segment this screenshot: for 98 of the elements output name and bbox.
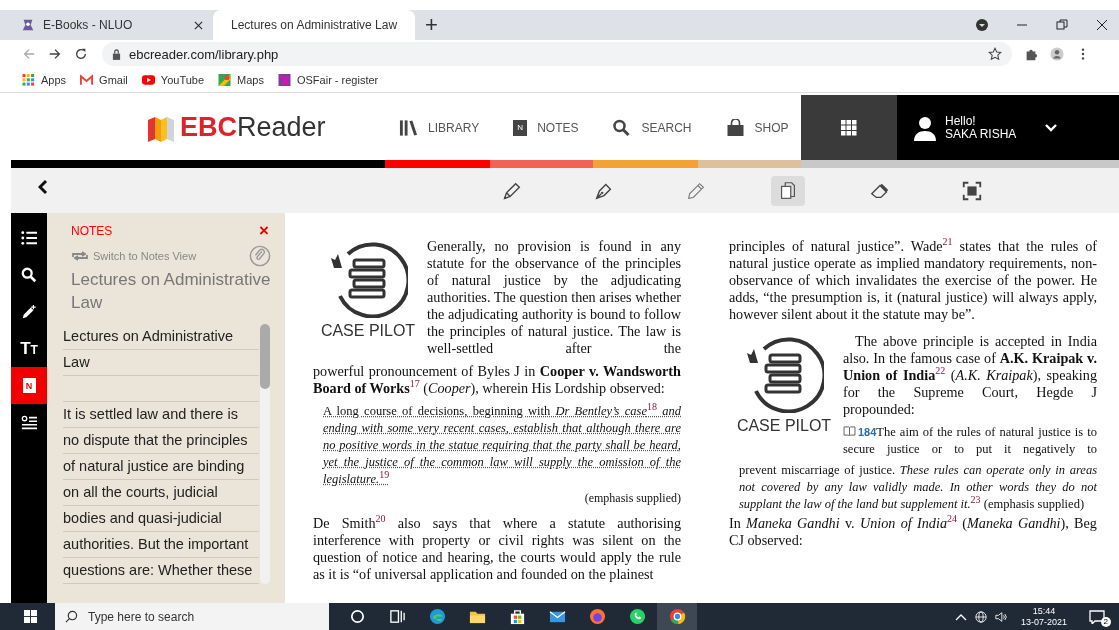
close-button[interactable]: × (257, 223, 271, 239)
browser-tab[interactable]: E-Books - NLUO (11, 10, 213, 40)
back-chevron-icon[interactable] (38, 178, 48, 195)
search-icon (21, 266, 37, 283)
notes-rail-button[interactable]: N (11, 367, 47, 404)
nav-link[interactable]: SEARCH (612, 118, 692, 137)
chevron-down-icon (1045, 123, 1057, 132)
tab-title: Lectures on Administrative Law (231, 18, 398, 32)
speaker-icon[interactable] (994, 610, 1007, 623)
paperclip-icon[interactable] (249, 245, 271, 267)
fit-screen-icon (961, 179, 983, 202)
note-line: questions are: Whether these (63, 558, 259, 584)
avatar-icon[interactable] (1050, 47, 1064, 61)
paragraph: powerful pronouncement of Byles J in Cooper v. Wandsworth Board of Works$^{17}$ (Cooper), wherein His Lordship observed: (313, 363, 681, 397)
puzzle-icon[interactable] (1024, 47, 1038, 61)
nav-link[interactable]: N NOTES (513, 119, 579, 136)
square-logo-icon (277, 74, 291, 86)
user-menu[interactable]: Hello! SAKA RISHA (897, 95, 1119, 160)
envelope-m-icon (80, 74, 94, 86)
tab-title: E-Books - NLUO (43, 18, 134, 32)
note-line: It is settled law and there is (63, 402, 259, 428)
note-line: on all the courts, judicial (63, 480, 259, 506)
scrollbar-thumb[interactable] (260, 324, 270, 389)
browser-logo-icon (428, 608, 446, 625)
case-pilot-logo[interactable]: CASE PILOT (729, 333, 839, 434)
notification-center-button[interactable]: 2 (1089, 606, 1111, 627)
case-pilot-logo[interactable]: CASE PILOT (313, 238, 423, 339)
search-icon (65, 610, 78, 623)
nav-link[interactable]: LIBRARY (399, 118, 480, 137)
apps-panel[interactable] (801, 95, 897, 160)
greeting: Hello! (945, 114, 977, 128)
star-icon[interactable] (988, 47, 1002, 61)
play-button-icon (141, 74, 155, 86)
list-settings-icon (21, 414, 37, 431)
nav-link[interactable]: SHOP (725, 118, 789, 137)
paragraph: In Maneka Gandhi v. Union of India$^{24}$ (Maneka Gandhi), Beg CJ observed: (729, 515, 1097, 549)
restore-icon[interactable] (1055, 18, 1069, 32)
forward-arrow-icon[interactable] (48, 47, 62, 61)
bookmark-link[interactable]: YouTube (141, 74, 205, 86)
paragraph-reference-link[interactable]: 184 (843, 426, 877, 438)
note-line: of natural justice are binding (63, 454, 259, 480)
ebc-reader-logo[interactable]: EBCReader (146, 95, 351, 160)
list-icon (21, 229, 37, 246)
block-quote: prevent miscarriage of justice. These rules can operate only in areas not covered by any law validly made. In other words they do not supplant the law of the land but supplement it.$^{23}$ (emphasis supplied) (739, 462, 1097, 513)
bookmark-link[interactable]: Apps (22, 74, 67, 86)
shopping-bag-icon (725, 118, 745, 137)
paragraph: De Smith$^{20}$ also says that where a statute authorising interference with property or civil rights was silent on the question of notice and hearing, the courts would apply the rule as it is “of universal application and founded on the plainest (313, 515, 681, 583)
note-line: authorities. But the important (63, 532, 259, 558)
circle-icon (348, 608, 366, 625)
paragraph: The above principle is accepted in India also. In the famous case of A.K. Kraipak v. Union of India$^{22}$ (A.K. Kraipak), speaking for the Supreme Court, Hegde J propounded: (843, 333, 1097, 418)
panel-heading: NOTES (71, 224, 113, 238)
new-tab-button[interactable]: + (415, 10, 448, 40)
speech-bubble-icon (1089, 609, 1105, 624)
close-icon[interactable] (1095, 18, 1109, 32)
crest-icon (21, 18, 35, 32)
map-pin-icon (218, 74, 232, 86)
envelope-icon (548, 608, 566, 625)
close-icon[interactable] (194, 20, 203, 30)
book-icon (843, 426, 856, 436)
bookmark-link[interactable]: Gmail (80, 74, 128, 86)
user-name: SAKA RISHA (945, 127, 1018, 141)
chrome-taskbar-button[interactable] (657, 603, 697, 630)
chat-logo-icon (628, 608, 646, 625)
note-line: no dispute that the principles (63, 428, 259, 454)
paragraph: Generally, no provision is found in any statute for the observance of the principles of natural justice by the adjudicating authorities. The question then arises whether the adjudicating authority is bound to follow the principles of natural justice. The law is well-settled after the (427, 238, 681, 357)
user-silhouette-icon (913, 114, 937, 141)
taskbar-search-field[interactable]: Type here to search (55, 603, 329, 630)
profile-icon[interactable] (975, 18, 989, 32)
books-icon (399, 118, 418, 137)
pencil-plus-icon (21, 303, 37, 320)
apps-grid-icon (22, 74, 35, 86)
book-title: Lectures on Administrative Law (70, 269, 271, 314)
clock[interactable]: 15:44 13-07-2021 (1020, 605, 1067, 628)
search-icon (612, 118, 632, 137)
note-line: bodies and quasi-judicial (63, 506, 259, 532)
fox-logo-icon (588, 608, 606, 625)
paragraph: principles of natural justice”. Wade$^{21}$ states that the rules of natural justice operate as implied mandatory requirements, non-observance of which invalidates the exercise of the power. He adds, “the presumption is, it (natural justice) will always apply, however silent about it the statute may be”. (729, 238, 1097, 323)
copy-tool-button[interactable] (771, 175, 805, 206)
note-line: Law (63, 350, 259, 376)
browser-tab[interactable]: Lectures on Administrative Law (213, 10, 415, 40)
attribution: (emphasis supplied) (583, 490, 681, 507)
reload-icon[interactable] (74, 47, 88, 61)
notes-icon: N (513, 119, 528, 136)
task-view-icon (388, 608, 406, 625)
bookmark-link[interactable]: OSFair - register (277, 74, 379, 86)
globe-icon[interactable] (974, 610, 987, 623)
swap-arrows-icon (71, 251, 89, 261)
grid-icon (841, 119, 857, 136)
bookmark-link[interactable]: Maps (218, 74, 264, 86)
windows-start-icon[interactable] (24, 610, 37, 623)
address-field[interactable]: ebcreader.com/library.php (102, 42, 1012, 66)
lock-icon (112, 48, 121, 60)
block-quote: A long course of decisions, beginning with Dr Bentley’s case$^{18}$ and ending with some very recent cases, establish that although there are no positive words in the statue requiring that the party shall be heard, yet the justice of the common law will supply the omission of the legislature.$^{19}$ (323, 403, 681, 488)
block-quote: 184The aim of the rules of natural justice is to secure justice or to put it negatively to (843, 424, 1097, 458)
store-bag-icon (508, 608, 526, 625)
chrome-logo-icon (668, 608, 686, 625)
font-size-rail-button[interactable]: TT (11, 330, 47, 367)
note-line: Lectures on Administrative (63, 324, 259, 350)
